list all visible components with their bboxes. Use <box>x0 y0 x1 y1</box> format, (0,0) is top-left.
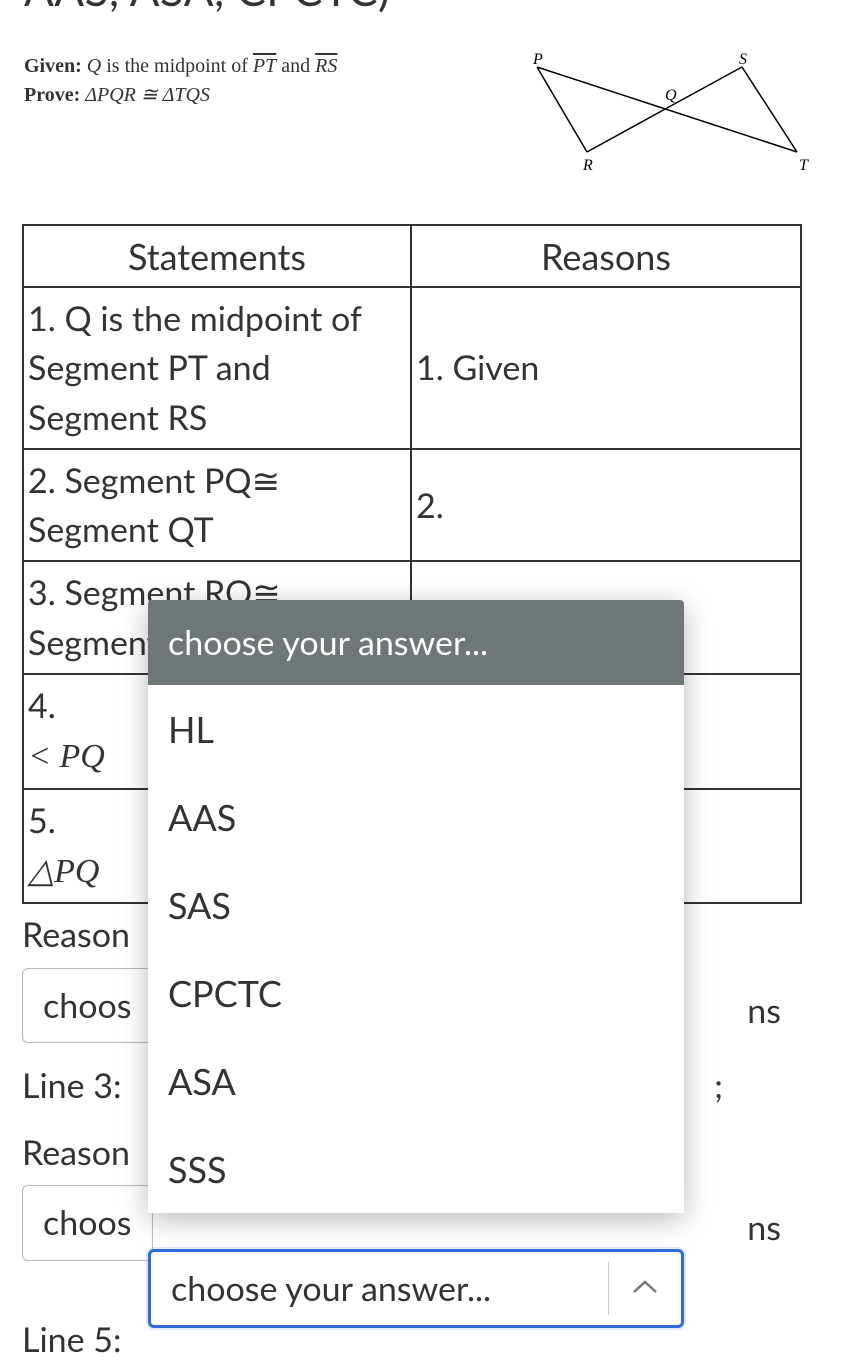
given-q: Q <box>87 55 101 77</box>
prove-label: Prove: <box>24 84 80 106</box>
problem-statement-row: Given: Q is the midpoint of PT and RS Pr… <box>0 16 841 182</box>
line3-label: Line 3: <box>22 1061 121 1110</box>
diagram-label-r: R <box>582 157 593 174</box>
reason-2: 2. <box>411 449 801 562</box>
statement-5-math: △PQ <box>28 853 99 890</box>
triangle-diagram: P Q R S T <box>517 52 817 182</box>
answer-select-active[interactable]: choose your answer... <box>148 1249 684 1328</box>
answer-dropdown-list: choose your answer... HL AAS SAS CPCTC A… <box>148 600 684 1213</box>
diagram-label-t: T <box>799 157 809 174</box>
given-line: Given: Q is the midpoint of PT and RS <box>24 52 493 81</box>
statement-4-math: < PQ <box>28 738 105 775</box>
statements-header: Statements <box>23 225 411 287</box>
statement-4-prefix: 4. <box>28 685 56 726</box>
prove-line: Prove: ΔPQR ≅ ΔTQS <box>24 81 493 110</box>
chevron-up-icon <box>609 1277 681 1301</box>
given-pre: is the midpoint of <box>101 55 253 77</box>
trailing-ns-1: ns <box>747 986 781 1035</box>
dropdown-placeholder-option[interactable]: choose your answer... <box>148 600 684 685</box>
prove-text: ΔPQR ≅ ΔTQS <box>85 84 210 106</box>
given-label: Given: <box>24 55 82 77</box>
dropdown-option-sas[interactable]: SAS <box>148 861 684 949</box>
given-prove-text: Given: Q is the midpoint of PT and RS Pr… <box>24 52 493 110</box>
diagram-label-q: Q <box>665 87 677 104</box>
statement-1: 1. Q is the midpoint of Segment PT and S… <box>23 287 411 449</box>
answer-select-2-text: choos <box>23 1186 152 1259</box>
dropdown-option-cpctc[interactable]: CPCTC <box>148 949 684 1037</box>
diagram-label-s: S <box>739 52 747 68</box>
segment-pt: PT <box>253 55 276 77</box>
dropdown-option-sss[interactable]: SSS <box>148 1125 684 1213</box>
dropdown-option-aas[interactable]: AAS <box>148 773 684 861</box>
answer-select-1[interactable]: choos <box>22 968 153 1043</box>
segment-rs: RS <box>315 55 337 77</box>
answer-select-1-text: choos <box>23 969 152 1042</box>
dropdown-option-hl[interactable]: HL <box>148 685 684 773</box>
statement-2: 2. Segment PQ≅ Segment QT <box>23 449 411 562</box>
answer-select-active-text: choose your answer... <box>151 1252 608 1325</box>
table-row: 1. Q is the midpoint of Segment PT and S… <box>23 287 801 449</box>
page-heading-partial: AAS, ASA, CPCTC) <box>0 0 841 16</box>
table-row: 2. Segment PQ≅ Segment QT 2. <box>23 449 801 562</box>
answer-select-2[interactable]: choos <box>22 1185 153 1260</box>
statement-5-prefix: 5. <box>28 800 56 841</box>
reason-1: 1. Given <box>411 287 801 449</box>
diagram-label-p: P <box>532 52 543 68</box>
given-and: and <box>276 55 315 77</box>
trailing-ns-2: ns <box>747 1203 781 1252</box>
dropdown-option-asa[interactable]: ASA <box>148 1037 684 1125</box>
reasons-header: Reasons <box>411 225 801 287</box>
line3-suffix: ; <box>714 1061 723 1110</box>
